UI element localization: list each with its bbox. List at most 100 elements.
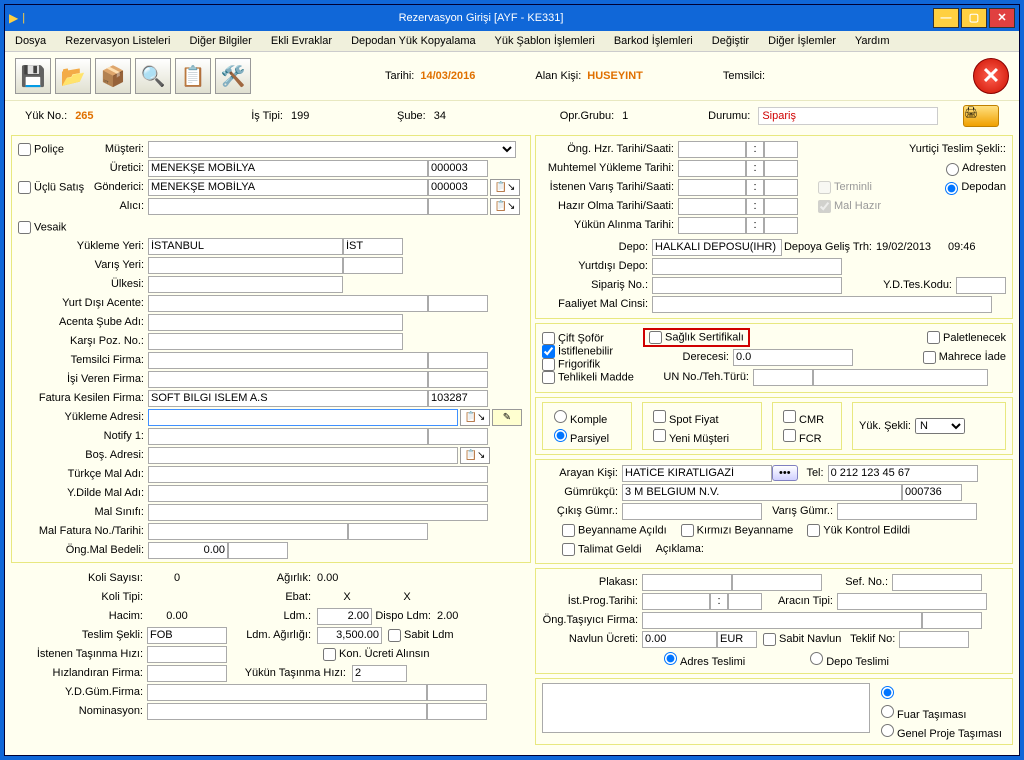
mahrece-check[interactable] — [923, 351, 936, 364]
temsilci-input[interactable] — [148, 352, 428, 369]
bosadres-input[interactable] — [148, 447, 458, 464]
big-close-button[interactable]: ✕ — [973, 58, 1009, 94]
adresten-radio[interactable] — [946, 163, 959, 176]
turkcemal-input[interactable] — [148, 466, 488, 483]
notes-textarea[interactable] — [542, 683, 870, 733]
malfatura-date[interactable] — [348, 523, 428, 540]
isttasima-input[interactable] — [147, 646, 227, 663]
menu-rezervasyon[interactable]: Rezervasyon Listeleri — [65, 35, 170, 47]
save-button[interactable]: 💾 — [15, 58, 51, 94]
search-button[interactable]: 🔍 — [135, 58, 171, 94]
fcr-check[interactable] — [783, 429, 796, 442]
police-check[interactable] — [18, 143, 31, 156]
vesaik-check[interactable] — [18, 221, 31, 234]
depodan-radio[interactable] — [945, 182, 958, 195]
menu-depodan[interactable]: Depodan Yük Kopyalama — [351, 35, 476, 47]
hazir-date[interactable] — [678, 198, 746, 215]
aractipi-input[interactable] — [837, 593, 987, 610]
spot-check[interactable] — [653, 410, 666, 423]
notify-code[interactable] — [428, 428, 488, 445]
karsipoz-input[interactable] — [148, 333, 403, 350]
depo-input[interactable] — [652, 239, 782, 256]
kirmizi-check[interactable] — [681, 524, 694, 537]
gumrukcu-code[interactable] — [902, 484, 962, 501]
yuksekli-select[interactable]: N — [915, 418, 965, 434]
tehlike-check[interactable] — [542, 371, 555, 384]
cmr-check[interactable] — [783, 410, 796, 423]
istvar-date[interactable] — [678, 179, 746, 196]
yukalin-time[interactable] — [764, 217, 798, 234]
onghzr-time[interactable] — [764, 141, 798, 158]
close-button[interactable]: ✕ — [989, 8, 1015, 28]
ydacente-input[interactable] — [148, 295, 428, 312]
alici-input[interactable] — [148, 198, 428, 215]
yadres-input[interactable] — [148, 409, 458, 426]
uretici-input[interactable] — [148, 160, 428, 177]
durum-input[interactable] — [758, 107, 938, 125]
gumrukcu-input[interactable] — [622, 484, 902, 501]
tel-input[interactable] — [828, 465, 978, 482]
open-button[interactable]: 📂 — [55, 58, 91, 94]
arayan-input[interactable] — [622, 465, 772, 482]
varisgumr-input[interactable] — [837, 503, 977, 520]
gonderici-lookup-icon[interactable]: 📋↘ — [490, 179, 520, 196]
print-button[interactable]: 🖨 — [963, 105, 999, 127]
menu-dosya[interactable]: Dosya — [15, 35, 46, 47]
yyeri-code[interactable] — [343, 238, 403, 255]
onmal-input[interactable] — [148, 542, 228, 559]
istif-check[interactable] — [542, 345, 555, 358]
ydteskod-input[interactable] — [956, 277, 1006, 294]
saglik-check[interactable] — [649, 331, 662, 344]
menu-yuk-sablon[interactable]: Yük Şablon İşlemleri — [495, 35, 595, 47]
uretici-code[interactable] — [428, 160, 488, 177]
arayan-lookup-btn[interactable]: ••• — [772, 465, 798, 481]
alici-lookup-icon[interactable]: 📋↘ — [490, 198, 520, 215]
menu-barkod[interactable]: Barkod İşlemleri — [614, 35, 693, 47]
plakasi1-input[interactable] — [642, 574, 732, 591]
menu-degistir[interactable]: Değiştir — [712, 35, 749, 47]
faalmal-input[interactable] — [652, 296, 992, 313]
nominasyon-input[interactable] — [147, 703, 427, 720]
istprog-date[interactable] — [642, 593, 710, 610]
menu-ekli-evraklar[interactable]: Ekli Evraklar — [271, 35, 332, 47]
genelproje-radio[interactable] — [881, 724, 894, 737]
uclu-check[interactable] — [18, 181, 31, 194]
package-button[interactable]: 📦 — [95, 58, 131, 94]
tasima-none-radio[interactable] — [881, 686, 894, 699]
onmal-cur[interactable] — [228, 542, 288, 559]
malfatura-input[interactable] — [148, 523, 348, 540]
plakasi2-input[interactable] — [732, 574, 822, 591]
yukkontrol-check[interactable] — [807, 524, 820, 537]
nominasyon-code[interactable] — [427, 703, 487, 720]
konucreti-check[interactable] — [323, 648, 336, 661]
hizfirma-input[interactable] — [147, 665, 227, 682]
onghzr-date[interactable] — [678, 141, 746, 158]
minimize-button[interactable]: — — [933, 8, 959, 28]
tools-button[interactable]: 🛠️ — [215, 58, 251, 94]
fatura-input[interactable] — [148, 390, 428, 407]
alici-code[interactable] — [428, 198, 488, 215]
sabitldm-check[interactable] — [388, 629, 401, 642]
siparis-input[interactable] — [652, 277, 842, 294]
cift-check[interactable] — [542, 332, 555, 345]
istvar-time[interactable] — [764, 179, 798, 196]
temsilci-code[interactable] — [428, 352, 488, 369]
musteri-select[interactable] — [148, 141, 516, 158]
teslim-input[interactable] — [147, 627, 227, 644]
yadres-btn1[interactable]: 📋↘ — [460, 409, 490, 426]
navlun-cur[interactable] — [717, 631, 757, 648]
palet-check[interactable] — [927, 331, 940, 344]
derece-input[interactable] — [733, 349, 853, 366]
ongtas-input[interactable] — [642, 612, 922, 629]
ldmag-input[interactable] — [317, 627, 382, 644]
ydgumfirma-code[interactable] — [427, 684, 487, 701]
menu-diger-bilgiler[interactable]: Diğer Bilgiler — [189, 35, 251, 47]
fuar-radio[interactable] — [881, 705, 894, 718]
talimat-check[interactable] — [562, 543, 575, 556]
tehtur-input[interactable] — [813, 369, 988, 386]
vyeri-code[interactable] — [343, 257, 403, 274]
notify-input[interactable] — [148, 428, 428, 445]
gonderici-input[interactable] — [148, 179, 428, 196]
ydilmal-input[interactable] — [148, 485, 488, 502]
ldm-input[interactable] — [317, 608, 372, 625]
